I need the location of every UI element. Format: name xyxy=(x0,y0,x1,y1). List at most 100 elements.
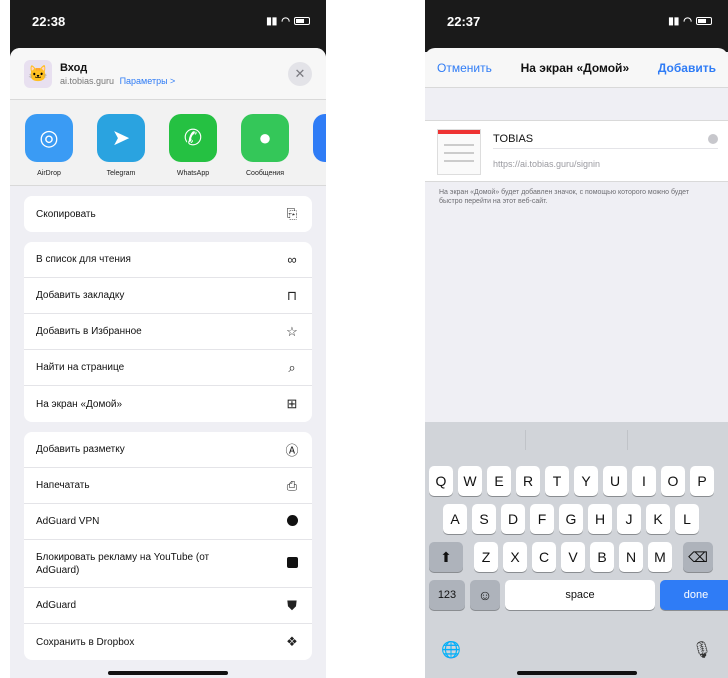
key-p[interactable]: P xyxy=(690,466,714,496)
action-adguard-vpn[interactable]: AdGuard VPN xyxy=(24,504,312,540)
page-title: Вход xyxy=(60,61,88,74)
key-y[interactable]: Y xyxy=(574,466,598,496)
globe-icon[interactable]: 🌐 xyxy=(441,640,461,660)
search-icon: ⌕ xyxy=(288,359,296,375)
key-l[interactable]: L xyxy=(675,504,699,534)
action-label: Сохранить в Dropbox xyxy=(36,636,135,648)
airdrop-icon: ◎ xyxy=(25,114,73,162)
share-app-mail[interactable]: ✉ П xyxy=(310,114,326,177)
key-n[interactable]: N xyxy=(619,542,643,572)
options-link[interactable]: Параметры > xyxy=(120,76,176,86)
status-icons: ▮▮ ◠ xyxy=(668,16,712,27)
share-app-messages[interactable]: ● Сообщения xyxy=(238,114,292,177)
action-add-bookmark[interactable]: Добавить закладку ⊓ xyxy=(24,278,312,314)
telegram-icon: ➤ xyxy=(97,114,145,162)
key-i[interactable]: I xyxy=(632,466,656,496)
action-add-to-home[interactable]: На экран «Домой» ⊞ xyxy=(24,386,312,422)
home-indicator xyxy=(516,671,637,675)
space-key[interactable]: space xyxy=(505,580,655,610)
key-z[interactable]: Z xyxy=(474,542,498,572)
share-app-telegram[interactable]: ➤ Telegram xyxy=(94,114,148,177)
key-c[interactable]: C xyxy=(532,542,556,572)
key-a[interactable]: A xyxy=(443,504,467,534)
nav-bar: Отменить На экран «Домой» Добавить xyxy=(425,48,728,88)
add-square-icon: ⊞ xyxy=(286,396,298,411)
home-indicator xyxy=(108,671,228,675)
key-o[interactable]: O xyxy=(661,466,685,496)
close-icon: ✕ xyxy=(294,65,306,81)
action-copy[interactable]: Скопировать ⎘ xyxy=(24,196,312,232)
book-icon: ⊓ xyxy=(286,287,298,303)
app-label: AirDrop xyxy=(37,170,61,177)
app-label: Сообщения xyxy=(246,170,284,177)
key-f[interactable]: F xyxy=(530,504,554,534)
nav-title: На экран «Домой» xyxy=(520,60,630,75)
done-key[interactable]: done xyxy=(660,580,728,610)
action-label: На экран «Домой» xyxy=(36,398,123,410)
backspace-key[interactable]: ⌫ xyxy=(683,542,713,572)
action-label: Скопировать xyxy=(36,208,96,220)
key-q[interactable]: Q xyxy=(429,466,453,496)
action-find-on-page[interactable]: Найти на странице ⌕ xyxy=(24,350,312,386)
share-app-airdrop[interactable]: ◎ AirDrop xyxy=(22,114,76,177)
key-x[interactable]: X xyxy=(503,542,527,572)
numbers-key[interactable]: 123 xyxy=(429,580,465,610)
action-markup[interactable]: Добавить разметку Ⓐ xyxy=(24,432,312,468)
share-app-whatsapp[interactable]: ✆ WhatsApp xyxy=(166,114,220,177)
action-block-youtube-ads[interactable]: Блокировать рекламу на YouTube (от AdGua… xyxy=(24,540,312,588)
share-header: 🐱 Вход ai.tobias.guru Параметры > ✕ xyxy=(10,48,326,100)
clear-icon[interactable] xyxy=(708,133,718,144)
keyboard-row-2: A S D F G H J K L xyxy=(425,504,728,534)
action-label: Добавить в Избранное xyxy=(36,326,142,337)
action-label: В список для чтения xyxy=(36,254,131,265)
key-u[interactable]: U xyxy=(603,466,627,496)
key-k[interactable]: K xyxy=(646,504,670,534)
share-apps-row: ◎ AirDrop ➤ Telegram ✆ WhatsApp ● Сообще… xyxy=(10,100,326,186)
cancel-button[interactable]: Отменить xyxy=(437,61,492,75)
shift-key[interactable]: ⬆ xyxy=(429,542,463,572)
key-r[interactable]: R xyxy=(516,466,540,496)
key-v[interactable]: V xyxy=(561,542,585,572)
action-print[interactable]: Напечатать ⎙ xyxy=(24,468,312,504)
key-w[interactable]: W xyxy=(458,466,482,496)
wifi-icon: ◠ xyxy=(683,15,692,27)
star-icon: ☆ xyxy=(286,323,298,339)
key-j[interactable]: J xyxy=(617,504,641,534)
status-time: 22:37 xyxy=(447,13,481,29)
actions-group-extensions: Добавить разметку Ⓐ Напечатать ⎙ AdGuard… xyxy=(24,432,312,660)
glasses-icon: ∞ xyxy=(287,252,297,267)
action-save-dropbox[interactable]: Сохранить в Dropbox ❖ xyxy=(24,624,312,660)
key-s[interactable]: S xyxy=(472,504,496,534)
key-h[interactable]: H xyxy=(588,504,612,534)
signal-icon: ▮▮ xyxy=(266,15,278,27)
status-time: 22:38 xyxy=(32,13,66,29)
key-g[interactable]: G xyxy=(559,504,583,534)
markup-icon: Ⓐ xyxy=(285,443,299,458)
emoji-key[interactable]: ☺ xyxy=(470,580,500,610)
name-field[interactable]: TOBIAS xyxy=(493,129,718,149)
url-field: https://ai.tobias.guru/signin xyxy=(493,159,601,169)
keyboard-bottom-bar: 🌐 🎙 xyxy=(441,640,712,660)
action-label: Найти на странице xyxy=(36,362,125,373)
site-favicon: 🐱 xyxy=(24,59,52,88)
close-button[interactable]: ✕ xyxy=(288,61,312,86)
action-add-favorites[interactable]: Добавить в Избранное ☆ xyxy=(24,314,312,350)
app-label: П xyxy=(310,170,326,177)
microphone-icon[interactable]: 🎙 xyxy=(692,640,712,660)
keyboard: Q W E R T Y U I O P A S D F G H J K L ⬆ … xyxy=(425,422,728,678)
keyboard-row-4: 123 ☺ space done xyxy=(425,580,728,610)
action-adguard[interactable]: AdGuard ⛊ xyxy=(24,588,312,624)
add-button[interactable]: Добавить xyxy=(658,61,716,75)
key-m[interactable]: M xyxy=(648,542,672,572)
print-icon: ⎙ xyxy=(286,477,298,493)
site-thumbnail xyxy=(437,129,481,175)
key-e[interactable]: E xyxy=(487,466,511,496)
action-label: Добавить разметку xyxy=(36,444,125,455)
shield-icon: ⛊ xyxy=(287,597,297,613)
key-b[interactable]: B xyxy=(590,542,614,572)
action-label: AdGuard VPN xyxy=(36,516,100,527)
key-d[interactable]: D xyxy=(501,504,525,534)
name-value: TOBIAS xyxy=(493,132,534,145)
key-t[interactable]: T xyxy=(545,466,569,496)
action-reading-list[interactable]: В список для чтения ∞ xyxy=(24,242,312,278)
